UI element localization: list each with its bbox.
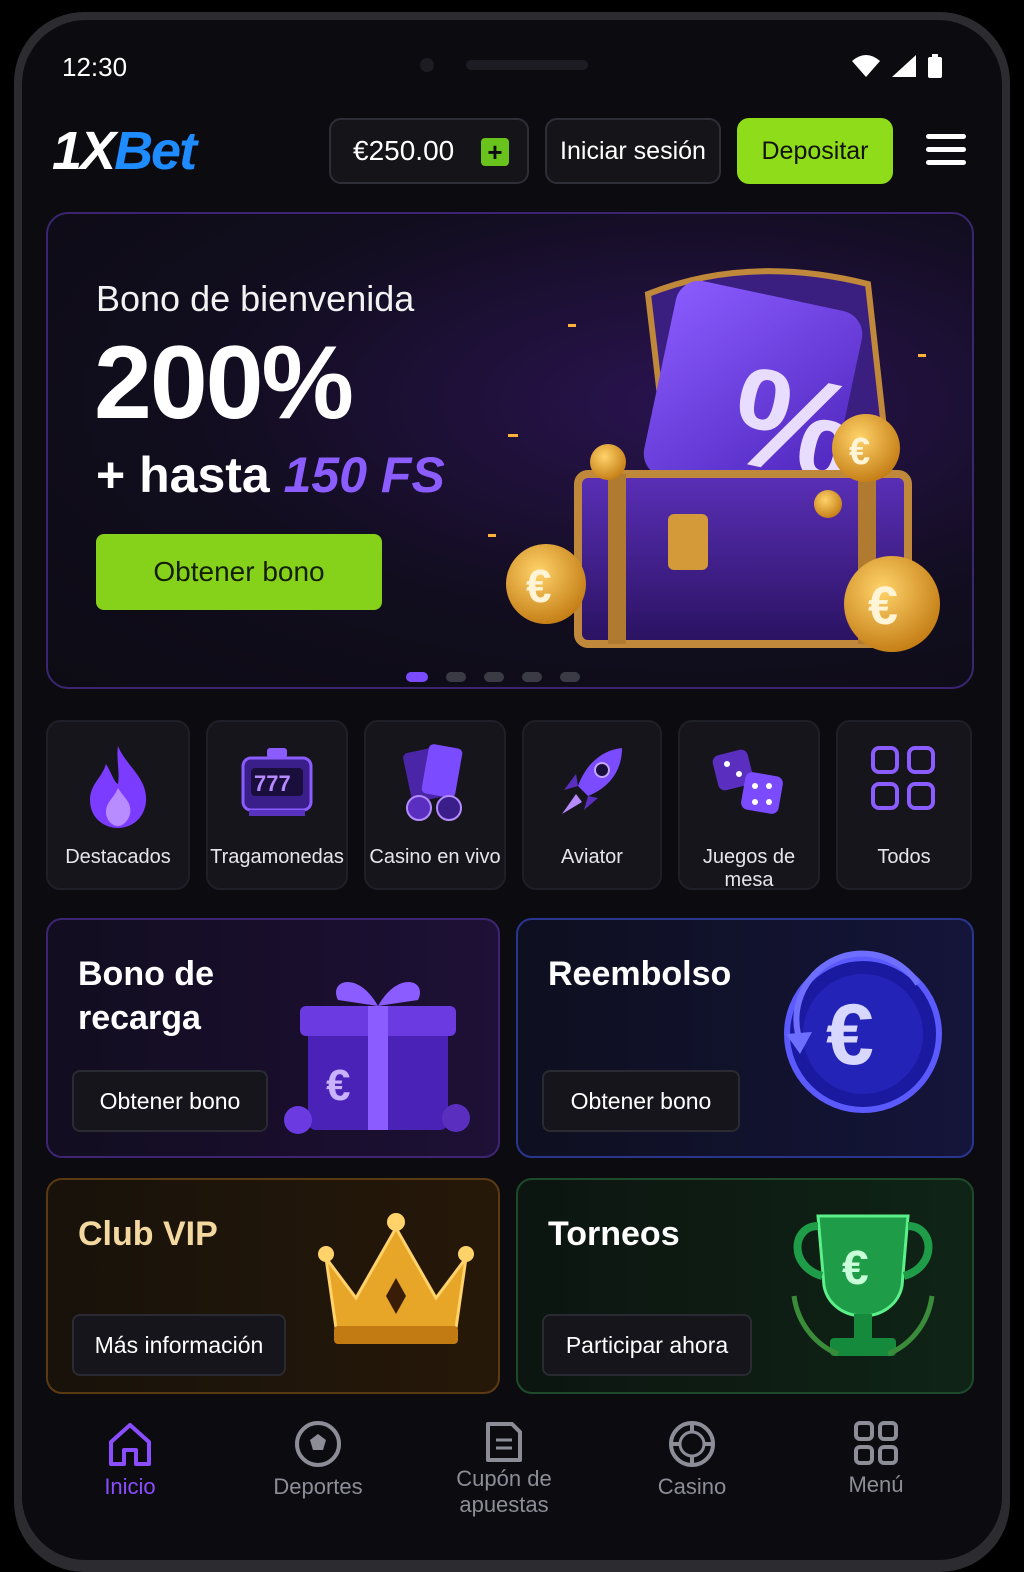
dice-icon <box>712 749 783 814</box>
svg-text:777: 777 <box>254 771 291 796</box>
wifi-icon <box>852 55 880 77</box>
svg-text:€: € <box>842 1242 869 1295</box>
category-slots[interactable]: 777 Tragamonedas <box>206 720 348 890</box>
nav-bet-slip-line2: apuestas <box>459 1492 549 1517</box>
svg-text:€: € <box>526 560 552 612</box>
nav-menu-label: Menú <box>848 1472 904 1497</box>
grid-icon <box>871 746 935 810</box>
nav-sports-label: Deportes <box>273 1474 363 1499</box>
cards-chips-icon <box>403 744 463 821</box>
logo-prefix: 1X <box>52 121 116 181</box>
category-table-games[interactable]: Juegos de mesa <box>678 720 820 891</box>
brand-logo[interactable]: 1XBet <box>52 120 197 182</box>
status-bar: 12:30 <box>22 20 1002 100</box>
nav-bet-slip-line1: Cupón de <box>456 1466 552 1491</box>
carousel-dot-3[interactable] <box>484 672 504 682</box>
category-label: Destacados <box>65 846 171 868</box>
top-header: 1XBet €250.00 + Iniciar sesión Depositar <box>22 116 1002 186</box>
svg-text:€: € <box>826 987 874 1083</box>
reload-title-line2: recarga <box>78 999 201 1037</box>
vip-more-info-button[interactable]: Más información <box>72 1314 286 1376</box>
nav-sports[interactable]: Deportes <box>228 1412 408 1500</box>
nav-bet-slip-label: Cupón de apuestas <box>414 1466 594 1518</box>
hamburger-menu-icon[interactable] <box>926 134 966 168</box>
category-aviator[interactable]: Aviator <box>522 720 662 890</box>
grid-icon <box>854 1421 898 1465</box>
category-all[interactable]: Todos <box>836 720 972 890</box>
carousel-dot-5[interactable] <box>560 672 580 682</box>
hero-percent: 200% <box>94 325 354 441</box>
trophy-icon: € <box>791 1214 935 1357</box>
battery-icon <box>928 54 942 78</box>
crown-icon <box>318 1213 474 1344</box>
hero-subtitle: + hasta 150 FS <box>96 446 445 504</box>
svg-text:€: € <box>326 1061 350 1110</box>
vip-club-title: Club VIP <box>78 1215 218 1253</box>
app-screen: 12:30 1XBet €250.00 + Iniciar sesión Dep… <box>22 20 1002 1560</box>
camera-icon <box>420 58 434 72</box>
euro-cashback-icon: € <box>784 950 942 1113</box>
nav-casino-label: Casino <box>657 1474 727 1499</box>
speaker-notch <box>466 60 588 70</box>
coupon-icon <box>486 1422 522 1462</box>
status-time: 12:30 <box>62 52 128 82</box>
carousel-dot-4[interactable] <box>522 672 542 682</box>
carousel-dot-1[interactable] <box>406 672 428 682</box>
cashback-card[interactable]: Reembolso Obtener bono € <box>516 918 974 1158</box>
category-label: Aviator <box>561 846 623 868</box>
tournaments-card[interactable]: Torneos Participar ahora € <box>516 1178 974 1394</box>
carousel-dot-2[interactable] <box>446 672 466 682</box>
category-label: Todos <box>877 846 931 868</box>
login-button[interactable]: Iniciar sesión <box>545 118 721 184</box>
vip-club-card[interactable]: Club VIP Más información <box>46 1178 500 1394</box>
category-label: Juegos de mesa <box>702 846 796 891</box>
cashback-title: Reembolso <box>548 955 732 993</box>
tournaments-join-button[interactable]: Participar ahora <box>542 1314 752 1376</box>
cashback-get-bonus-button[interactable]: Obtener bono <box>542 1070 740 1132</box>
add-funds-icon[interactable]: + <box>481 138 509 166</box>
rocket-icon <box>562 748 622 814</box>
hero-free-spins: 150 FS <box>283 447 445 503</box>
get-bonus-button[interactable]: Obtener bono <box>96 534 382 610</box>
reload-get-bonus-button[interactable]: Obtener bono <box>72 1070 268 1132</box>
nav-menu[interactable]: Menú <box>786 1412 966 1498</box>
reload-bonus-card[interactable]: Bono de recarga Obtener bono € <box>46 918 500 1158</box>
signal-icon <box>892 55 916 77</box>
hero-title: Bono de bienvenida <box>96 278 415 319</box>
soccer-ball-icon <box>295 1421 341 1467</box>
balance-box[interactable]: €250.00 + <box>329 118 529 184</box>
category-label: Casino en vivo <box>369 846 501 868</box>
hero-sub-prefix: + hasta <box>96 447 284 503</box>
gift-box-icon: € <box>284 981 470 1134</box>
home-icon <box>109 1423 151 1466</box>
status-icons <box>852 54 942 78</box>
nav-casino[interactable]: Casino <box>602 1412 782 1500</box>
fire-icon <box>90 746 147 828</box>
svg-text:€: € <box>849 431 870 473</box>
category-featured[interactable]: Destacados <box>46 720 190 890</box>
reload-bonus-title: Bono de recarga <box>78 952 214 1040</box>
deposit-button[interactable]: Depositar <box>737 118 893 184</box>
category-label: Tragamonedas <box>210 846 344 868</box>
slot-machine-icon: 777 <box>241 748 313 816</box>
chip-icon <box>669 1421 715 1467</box>
logo-suffix: Bet <box>114 121 197 181</box>
treasure-chest-icon: % € € € <box>488 268 940 652</box>
nav-home[interactable]: Inicio <box>40 1412 220 1500</box>
category-live-casino[interactable]: Casino en vivo <box>364 720 506 890</box>
tournaments-title: Torneos <box>548 1215 680 1253</box>
svg-text:€: € <box>868 576 898 636</box>
welcome-bonus-banner[interactable]: Bono de bienvenida 200% + hasta 150 FS O… <box>46 212 974 689</box>
carousel-indicator[interactable] <box>406 672 580 682</box>
reload-title-line1: Bono de <box>78 955 214 993</box>
category-row: Destacados 777 Tragamonedas Casino en vi… <box>46 720 974 892</box>
bottom-navigation: Inicio Deportes Cupón de apuestas Casino… <box>22 1412 1002 1560</box>
nav-home-label: Inicio <box>104 1474 156 1499</box>
nav-bet-slip[interactable]: Cupón de apuestas <box>414 1412 594 1518</box>
balance-amount: €250.00 <box>353 135 455 166</box>
